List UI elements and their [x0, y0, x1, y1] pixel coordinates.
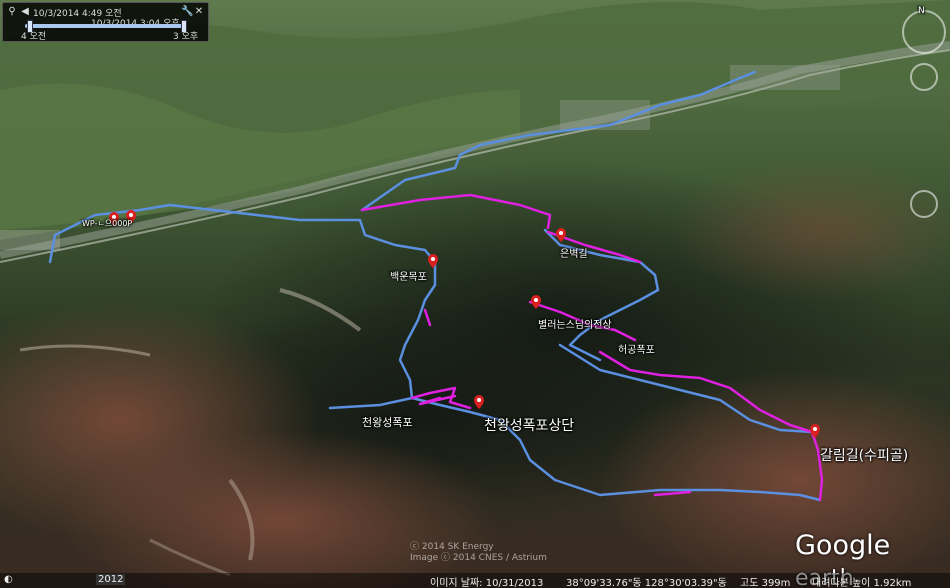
copyright-line-1: ⓒ 2014 SK Energy — [410, 542, 494, 552]
copyright-line-2: Image ⓒ 2014 CNES / Astrium — [410, 553, 547, 563]
imagery-year-badge[interactable]: 2012 — [96, 574, 126, 585]
label-galrim[interactable]: 갈림길(수피골) — [820, 445, 908, 465]
look-joystick[interactable] — [910, 63, 938, 91]
compass-ring[interactable] — [902, 10, 946, 54]
imagery-date: 이미지 날짜: 10/31/2013 — [430, 578, 544, 588]
label-heogong[interactable]: 허공폭포 — [618, 341, 655, 356]
waypoint-marker[interactable] — [555, 228, 567, 242]
map-viewport[interactable]: WP-ㄴ으000P 백운목포 은벽길 별러는스님의전상 허공폭포 천왕성폭포 천… — [0, 0, 950, 588]
label-gate[interactable]: WP-ㄴ으000P — [82, 218, 132, 229]
waypoint-marker[interactable] — [473, 395, 485, 409]
close-icon[interactable]: ✕ — [193, 6, 205, 18]
north-icon: N — [918, 6, 925, 16]
label-cheonwang-falls[interactable]: 천왕성폭포 — [362, 414, 413, 430]
waypoint-marker[interactable] — [809, 424, 821, 438]
end-label: 3 오후 — [173, 32, 199, 42]
time-track[interactable] — [25, 24, 185, 28]
eye-altitude: 내려다본 높이 1.92km — [812, 578, 912, 588]
start-label: 4 오전 — [21, 32, 47, 42]
zoom-in-icon[interactable]: ⚲ — [6, 6, 18, 18]
waypoint-marker[interactable] — [530, 295, 542, 309]
brand-google: Google — [795, 530, 891, 561]
wrench-icon[interactable]: 🔧 — [181, 6, 193, 18]
label-baekneung[interactable]: 백운목포 — [390, 268, 427, 283]
label-cheonwang-upper[interactable]: 천왕성폭포상단 — [484, 415, 574, 435]
time-slider[interactable]: ⚲ ◀ 10/3/2014 4:49 오전 10/3/2014 3:04 오후 … — [2, 2, 209, 42]
history-icon[interactable]: ◐ — [4, 574, 13, 585]
navigation-controls[interactable]: N — [900, 0, 950, 218]
label-cheongdam[interactable]: 별러는스님의전상 — [538, 316, 612, 331]
imagery-copyright: ⓒ 2014 SK Energy Image ⓒ 2014 CNES / Ast… — [410, 542, 547, 564]
move-joystick[interactable] — [910, 190, 938, 218]
waypoint-marker[interactable] — [427, 254, 439, 268]
status-bar: ◐ 2012 이미지 날짜: 10/31/2013 38°09'33.76"동 … — [0, 573, 950, 588]
step-back-icon[interactable]: ◀ — [19, 6, 31, 18]
label-eunbyeolgol[interactable]: 은벽길 — [560, 245, 588, 260]
elevation-readout: 고도 399m — [740, 578, 791, 588]
pointer-coordinates: 38°09'33.76"동 128°30'03.39"동 — [566, 578, 727, 588]
terrain-imagery — [0, 0, 950, 588]
